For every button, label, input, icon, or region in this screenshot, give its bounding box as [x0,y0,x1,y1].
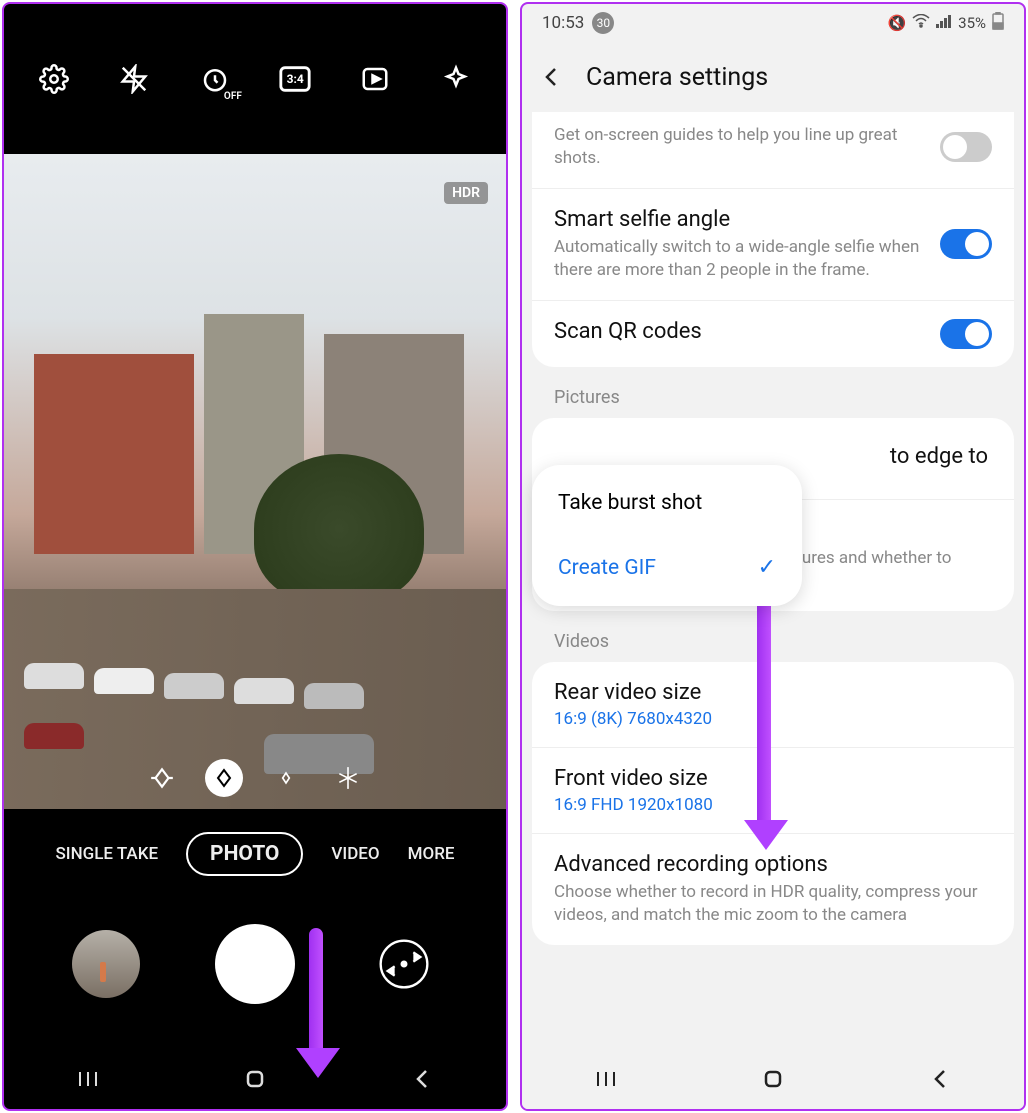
advanced-title: Advanced recording options [554,852,992,877]
shot-guide-row[interactable]: Get on-screen guides to help you line up… [532,112,1014,189]
intelligent-features-card: Get on-screen guides to help you line up… [532,112,1014,367]
battery-icon [992,12,1004,34]
mode-photo[interactable]: PHOTO [186,832,303,876]
motion-photo-icon[interactable] [356,60,394,98]
wifi-icon [912,14,930,32]
camera-app-screen: OFF 3:4 HDR SINGLE TAKE PHOTO VIDEO [2,2,508,1111]
advanced-sub: Choose whether to record in HDR quality,… [554,881,992,927]
smart-selfie-toggle[interactable] [940,229,992,259]
gallery-thumbnail[interactable] [72,930,140,998]
android-navbar [522,1049,1024,1109]
rear-video-value: 16:9 (8K) 7680x4320 [554,709,992,729]
scan-qr-toggle[interactable] [940,319,992,349]
recents-icon[interactable] [73,1064,103,1094]
camera-modes: SINGLE TAKE PHOTO VIDEO MORE [4,809,506,899]
flip-camera-button[interactable] [370,930,438,998]
shot-guide-toggle[interactable] [940,132,992,162]
zoom-controls [4,759,506,797]
advanced-recording-row[interactable]: Advanced recording options Choose whethe… [532,834,1014,945]
section-pictures-label: Pictures [532,381,1014,418]
back-chevron-icon[interactable] [540,65,564,89]
popup-gif-label: Create GIF [558,556,656,580]
back-icon[interactable] [407,1064,437,1094]
aspect-ratio-label: 3:4 [287,72,304,86]
mode-more[interactable]: MORE [408,844,455,864]
page-title: Camera settings [586,63,768,92]
zoom-tele-icon[interactable] [267,759,305,797]
popup-create-gif[interactable]: Create GIF ✓ [532,535,802,600]
scan-qr-row[interactable]: Scan QR codes [532,301,1014,367]
status-time: 10:53 [542,13,584,33]
shutter-button[interactable] [215,924,295,1004]
check-icon: ✓ [758,555,776,580]
scan-qr-title: Scan QR codes [554,319,926,344]
recents-icon[interactable] [591,1064,621,1094]
zoom-ultrawide-icon[interactable] [143,759,181,797]
swipe-shutter-popup: Take burst shot Create GIF ✓ [532,465,802,606]
popup-burst-label: Take burst shot [558,491,702,515]
status-bar: 10:53 30 🔇 35% [522,4,1024,42]
battery-percent: 35% [958,14,986,32]
mode-single-take[interactable]: SINGLE TAKE [55,844,158,864]
front-video-value: 16:9 FHD 1920x1080 [554,795,992,815]
settings-header: Camera settings [522,42,1024,112]
hdr-badge: HDR [444,182,488,204]
notification-count-badge: 30 [592,12,614,34]
shot-guide-sub: Get on-screen guides to help you line up… [554,124,926,170]
smart-selfie-title: Smart selfie angle [554,207,926,232]
aspect-ratio-button[interactable]: 3:4 [276,60,314,98]
home-icon[interactable] [240,1064,270,1094]
section-videos-label: Videos [532,625,1014,662]
flash-off-icon[interactable] [115,60,153,98]
front-video-row[interactable]: Front video size 16:9 FHD 1920x1080 [532,748,1014,834]
home-icon[interactable] [758,1064,788,1094]
popup-burst-shot[interactable]: Take burst shot [532,471,802,535]
mute-icon: 🔇 [887,14,906,32]
front-video-title: Front video size [554,766,992,791]
camera-toolbar: OFF 3:4 [4,4,506,154]
timer-icon[interactable]: OFF [196,60,234,98]
zoom-super-tele-icon[interactable] [329,759,367,797]
settings-list[interactable]: Get on-screen guides to help you line up… [522,112,1024,1049]
smart-selfie-row[interactable]: Smart selfie angle Automatically switch … [532,189,1014,301]
camera-controls [4,899,506,1049]
filters-icon[interactable] [437,60,475,98]
camera-settings-screen: 10:53 30 🔇 35% Camera settings Get on-sc… [520,2,1026,1111]
camera-viewfinder[interactable]: HDR [4,154,506,809]
settings-gear-icon[interactable] [35,60,73,98]
videos-card: Rear video size 16:9 (8K) 7680x4320 Fron… [532,662,1014,945]
rear-video-row[interactable]: Rear video size 16:9 (8K) 7680x4320 [532,662,1014,748]
signal-icon [936,14,952,32]
zoom-wide-icon[interactable] [205,759,243,797]
rear-video-title: Rear video size [554,680,992,705]
back-icon[interactable] [925,1064,955,1094]
android-navbar [4,1049,506,1109]
timer-label: OFF [224,91,242,102]
mode-video[interactable]: VIDEO [331,844,379,864]
smart-selfie-sub: Automatically switch to a wide-angle sel… [554,236,926,282]
